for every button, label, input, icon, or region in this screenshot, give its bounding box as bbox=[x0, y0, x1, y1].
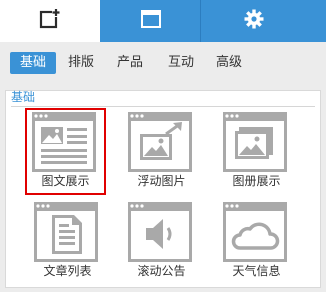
section-divider bbox=[11, 106, 315, 107]
gear-icon bbox=[244, 9, 264, 33]
subtab-layout[interactable]: 排版 bbox=[61, 52, 101, 74]
tile-article-list[interactable]: 文章列表 bbox=[27, 198, 108, 285]
tile-label: 图文展示 bbox=[41, 174, 90, 188]
image-text-icon bbox=[32, 112, 96, 172]
tile-image-text[interactable]: 图文展示 bbox=[25, 108, 106, 195]
subtab-interaction[interactable]: 互动 bbox=[161, 52, 201, 74]
section-title: 基础 bbox=[11, 90, 36, 104]
tile-scroll-notice[interactable]: 滚动公告 bbox=[121, 198, 202, 285]
window-icon bbox=[140, 10, 161, 32]
add-component-icon bbox=[39, 8, 61, 34]
weather-cloud-icon bbox=[223, 202, 287, 262]
tile-floating-image[interactable]: 浮动图片 bbox=[121, 108, 202, 195]
subtab-advanced[interactable]: 高级 bbox=[209, 52, 249, 74]
top-tab-bar bbox=[0, 0, 326, 42]
tab-add-component[interactable] bbox=[0, 0, 100, 42]
tab-window[interactable] bbox=[100, 0, 201, 42]
sub-tab-bar: 基础 排版 产品 互动 高级 bbox=[0, 42, 326, 82]
album-icon bbox=[223, 112, 287, 172]
subtab-product[interactable]: 产品 bbox=[110, 52, 150, 74]
subtab-basic[interactable]: 基础 bbox=[10, 52, 56, 74]
tile-label: 浮动图片 bbox=[137, 174, 186, 188]
tile-label: 文章列表 bbox=[43, 264, 92, 278]
tile-weather[interactable]: 天气信息 bbox=[216, 198, 297, 285]
floating-image-icon bbox=[128, 112, 192, 172]
article-list-icon bbox=[34, 202, 98, 262]
tile-album[interactable]: 图册展示 bbox=[216, 108, 297, 195]
tile-label: 滚动公告 bbox=[137, 264, 186, 278]
tile-label: 天气信息 bbox=[232, 264, 281, 278]
tab-settings[interactable] bbox=[201, 0, 306, 42]
tile-label: 图册展示 bbox=[232, 174, 281, 188]
speaker-icon bbox=[128, 202, 192, 262]
